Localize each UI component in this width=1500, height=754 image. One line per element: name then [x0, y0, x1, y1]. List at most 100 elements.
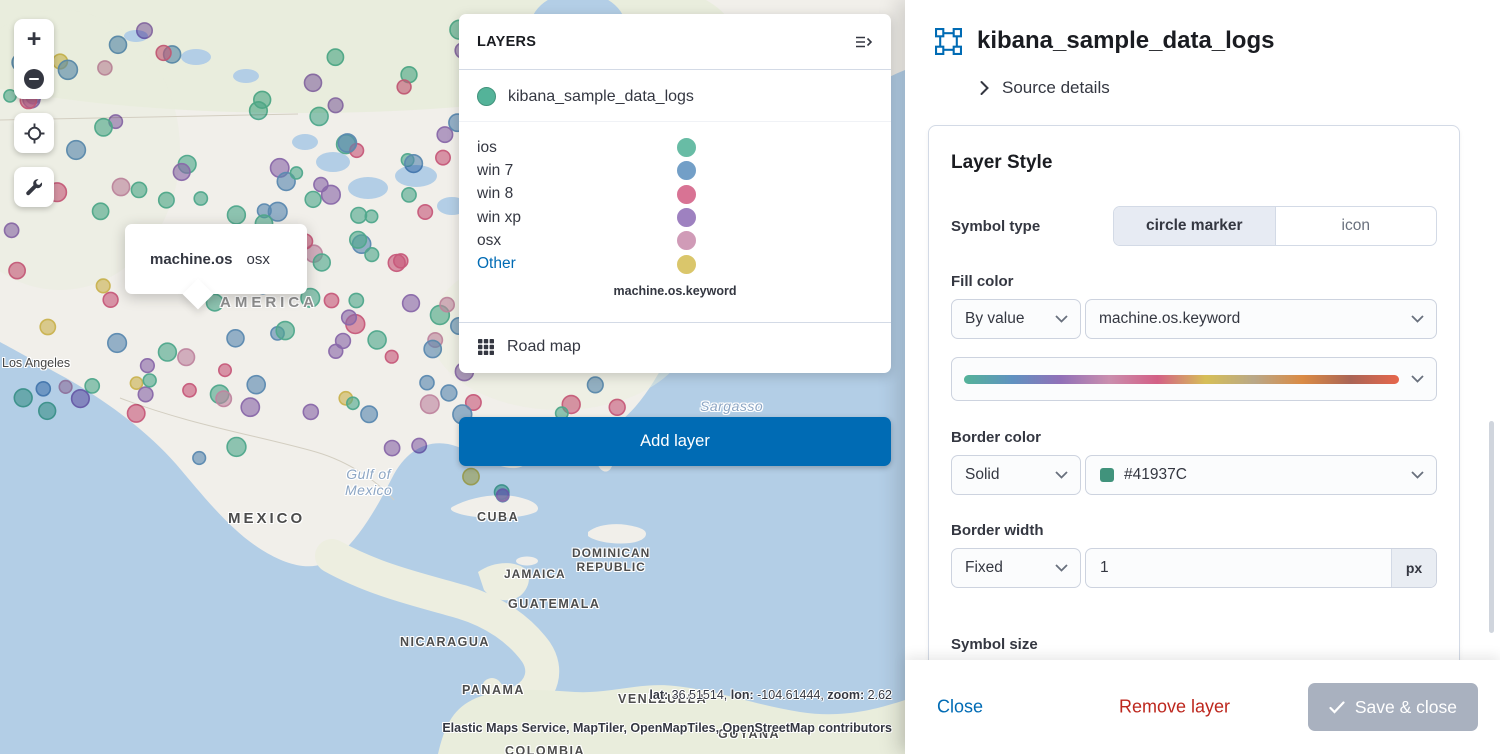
wrench-icon	[24, 177, 44, 197]
save-and-close-label: Save & close	[1355, 697, 1457, 718]
kibana-maps-app: Los Angeles AMERICA MEXICO Gulf of Mexic…	[0, 0, 1500, 754]
check-icon	[1329, 701, 1345, 714]
fill-color-field-select[interactable]: machine.os.keyword	[1085, 299, 1437, 339]
flyout-header: kibana_sample_data_logs Source details	[905, 0, 1500, 98]
fill-color-mode-select[interactable]: By value	[951, 299, 1081, 339]
border-color-value-wrap: #41937C	[1099, 466, 1411, 484]
border-color-picker[interactable]: #41937C	[1085, 455, 1437, 495]
chevron-down-icon	[1411, 315, 1424, 323]
legend-label: osx	[477, 232, 501, 250]
legend-field-label: machine.os.keyword	[477, 276, 873, 312]
border-color-hex: #41937C	[1124, 466, 1187, 484]
flyout-footer: Close Remove layer Save & close	[905, 660, 1500, 754]
layer-name: kibana_sample_data_logs	[508, 88, 694, 106]
symbol-type-circle-marker[interactable]: circle marker	[1114, 207, 1275, 245]
chevron-right-icon	[978, 79, 991, 97]
zoom-control-group: +	[14, 19, 54, 99]
border-width-value: 1	[1086, 559, 1391, 577]
legend-row: Other	[477, 252, 873, 275]
layer-row[interactable]: kibana_sample_data_logs	[459, 70, 891, 122]
collapse-panel-button[interactable]	[855, 34, 873, 50]
legend-color-dot	[677, 255, 696, 274]
legend-label: win 7	[477, 162, 513, 180]
border-width-unit: px	[1391, 549, 1436, 587]
close-button[interactable]: Close	[931, 696, 989, 719]
minus-in-circle-icon	[24, 69, 44, 89]
color-palette-select[interactable]	[951, 357, 1437, 401]
menu-right-icon	[855, 34, 873, 50]
legend-label: ios	[477, 139, 497, 157]
border-color-label: Border color	[951, 429, 1437, 446]
map-label-jamaica: JAMAICA	[504, 567, 566, 581]
grid-icon	[477, 338, 495, 356]
layers-panel: LAYERS kibana_sample_data_logs ios win 7 w…	[459, 14, 891, 373]
set-view-button[interactable]	[14, 113, 54, 153]
map-label-sargasso: Sargasso	[700, 398, 763, 414]
map-label-colombia: COLOMBIA	[505, 744, 585, 754]
layer-legend: ios win 7 win 8 win xp osx Other machine.os.k…	[459, 122, 891, 322]
border-color-mode-value: Solid	[965, 466, 999, 484]
legend-row: ios	[477, 136, 873, 159]
symbol-type-button-group: circle marker icon	[1113, 206, 1437, 246]
border-width-input[interactable]: 1 px	[1085, 548, 1437, 588]
map-attribution: Elastic Maps Service, MapTiler, OpenMapT…	[442, 721, 892, 735]
symbol-type-icon[interactable]: icon	[1275, 207, 1437, 245]
source-details-toggle[interactable]: Source details	[978, 78, 1472, 98]
feature-tooltip: machine.os osx	[125, 224, 307, 294]
border-width-mode-value: Fixed	[965, 559, 1003, 577]
legend-rows: ios win 7 win 8 win xp osx Other	[477, 136, 873, 276]
chevron-down-icon	[1055, 315, 1068, 323]
symbol-size-label: Symbol size	[951, 636, 1437, 653]
border-width-mode-select[interactable]: Fixed	[951, 548, 1081, 588]
legend-color-dot	[677, 208, 696, 227]
fill-color-row: By value machine.os.keyword	[951, 299, 1437, 339]
map-label-guatemala: GUATEMALA	[508, 597, 600, 611]
map-label-panama: PANAMA	[462, 683, 525, 697]
save-and-close-button[interactable]: Save & close	[1308, 683, 1478, 731]
remove-layer-button[interactable]: Remove layer	[1113, 696, 1236, 719]
base-layer-row[interactable]: Road map	[459, 322, 891, 373]
map-label-dominican-republic: DOMINICAN REPUBLIC	[572, 546, 650, 574]
chevron-down-icon	[1411, 375, 1424, 383]
layers-panel-title: LAYERS	[477, 34, 536, 50]
map-label-america: AMERICA	[220, 294, 318, 311]
fill-color-label: Fill color	[951, 273, 1437, 290]
tooltip-value: osx	[247, 251, 270, 268]
map-label-nicaragua: NICARAGUA	[400, 635, 490, 649]
legend-color-dot	[677, 161, 696, 180]
fill-color-mode-value: By value	[965, 310, 1024, 328]
flyout-scrollbar[interactable]	[1489, 421, 1494, 633]
vector-square-icon	[935, 28, 962, 55]
layers-panel-header: LAYERS	[459, 14, 891, 70]
legend-color-dot	[677, 231, 696, 250]
plus-icon: +	[27, 27, 42, 52]
map-label-mexico: MEXICO	[228, 510, 305, 527]
flyout-title: kibana_sample_data_logs	[977, 27, 1274, 55]
border-width-row: Fixed 1 px	[951, 548, 1437, 588]
border-color-row: Solid #41937C	[951, 455, 1437, 495]
add-layer-button[interactable]: Add layer	[459, 417, 891, 466]
map-label-gulf-of-mexico: Gulf of Mexico	[345, 466, 392, 498]
source-details-label: Source details	[1002, 78, 1110, 98]
chevron-down-icon	[1055, 564, 1068, 572]
map-label-cuba: CUBA	[477, 510, 519, 524]
zoom-in-button[interactable]: +	[14, 19, 54, 59]
legend-row: win xp	[477, 206, 873, 229]
legend-row: win 8	[477, 183, 873, 206]
symbol-type-label: Symbol type	[951, 218, 1113, 235]
border-color-mode-select[interactable]: Solid	[951, 455, 1081, 495]
layer-settings-flyout: kibana_sample_data_logs Source details L…	[905, 0, 1500, 754]
chevron-down-icon	[1411, 471, 1424, 479]
legend-label[interactable]: Other	[477, 255, 516, 273]
palette-stripe	[964, 375, 1399, 384]
symbol-type-row: Symbol type circle marker icon	[951, 206, 1437, 246]
layer-style-title: Layer Style	[951, 152, 1437, 174]
tooltip-field: machine.os	[150, 251, 233, 268]
layer-style-card: Layer Style Symbol type circle marker ic…	[928, 125, 1460, 700]
legend-label: win xp	[477, 209, 521, 227]
crosshair-icon	[24, 123, 45, 144]
border-color-swatch	[1100, 468, 1114, 482]
tools-button[interactable]	[14, 167, 54, 207]
zoom-out-button[interactable]	[14, 59, 54, 99]
tools-control	[14, 167, 54, 207]
